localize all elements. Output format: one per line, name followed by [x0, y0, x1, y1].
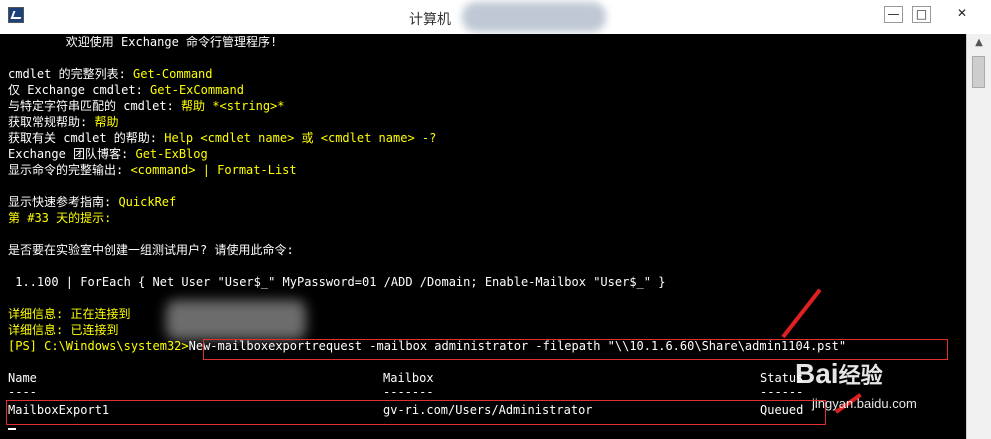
help-label: 仅 Exchange cmdlet:	[8, 83, 151, 97]
command-highlight-box	[203, 339, 948, 360]
redacted-title-blur	[462, 2, 606, 32]
help-label: 显示快速参考指南:	[8, 195, 119, 209]
powershell-icon	[8, 7, 24, 23]
help-label: cmdlet 的完整列表:	[8, 67, 134, 81]
watermark-logo: Bai经验	[795, 358, 883, 390]
watermark-brand: Bai	[795, 358, 839, 389]
help-label: Exchange 团队博客:	[8, 147, 136, 161]
help-line-5: 获取有关 cmdlet 的帮助: Help <cmdlet name> 或 <c…	[8, 130, 436, 146]
watermark-url: jingyan.baidu.com	[812, 396, 917, 411]
help-label: 与特定字符串匹配的 cmdlet:	[8, 99, 182, 113]
help-line-3: 与特定字符串匹配的 cmdlet: 帮助 *<string>*	[8, 98, 285, 114]
table-dash-mailbox: -------	[383, 385, 434, 399]
window-title: 计算机	[409, 11, 451, 27]
help-command: Get-ExBlog	[135, 147, 208, 161]
help-command: 帮助 *<string>*	[181, 99, 285, 113]
help-label: 获取有关 cmdlet 的帮助:	[8, 131, 165, 145]
tip-command: 1..100 | ForEach { Net User "User$_" MyP…	[8, 275, 666, 289]
help-command: 帮助	[94, 115, 119, 129]
help-line-6: Exchange 团队博客: Get-ExBlog	[8, 146, 208, 162]
help-label: 显示命令的完整输出:	[8, 163, 131, 177]
help-command: Get-ExCommand	[150, 83, 244, 97]
scroll-thumb[interactable]	[972, 56, 985, 88]
prompt: [PS] C:\Windows\system32>	[8, 339, 189, 353]
help-label: 获取常规帮助:	[8, 115, 95, 129]
window-titlebar: 计算机 — □ ✕	[0, 0, 991, 35]
help-command: Help <cmdlet name> 或 <cmdlet name> -?	[164, 131, 437, 145]
tip-body: 是否要在实验室中创建一组测试用户? 请使用此命令:	[8, 243, 294, 257]
result-highlight-box	[6, 400, 826, 425]
close-button[interactable]: ✕	[940, 6, 984, 23]
help-command: QuickRef	[118, 195, 177, 209]
text-cursor	[8, 428, 16, 430]
help-command: Get-Command	[133, 67, 213, 81]
table-dash-name: ----	[8, 385, 37, 399]
help-command: <command> | Format-List	[130, 163, 297, 177]
help-line-8: 显示快速参考指南: QuickRef	[8, 194, 176, 210]
verbose-connecting: 详细信息: 正在连接到	[8, 307, 131, 321]
watermark-brand2: 经验	[838, 363, 883, 388]
welcome-text: 欢迎使用 Exchange 命令行管理程序!	[8, 35, 278, 49]
help-line-4: 获取常规帮助: 帮助	[8, 114, 118, 130]
verbose-connected: 详细信息: 已连接到	[8, 323, 119, 337]
vertical-scrollbar[interactable]: ▲	[966, 34, 991, 439]
scroll-up-arrow-icon[interactable]: ▲	[967, 34, 991, 52]
tip-heading: 第 #33 天的提示:	[8, 211, 112, 225]
help-line-2: 仅 Exchange cmdlet: Get-ExCommand	[8, 82, 244, 98]
help-line-1: cmdlet 的完整列表: Get-Command	[8, 66, 213, 82]
maximize-button[interactable]: □	[912, 6, 931, 23]
redacted-server-blur	[166, 300, 306, 340]
minimize-button[interactable]: —	[884, 6, 903, 23]
help-line-7: 显示命令的完整输出: <command> | Format-List	[8, 162, 297, 178]
